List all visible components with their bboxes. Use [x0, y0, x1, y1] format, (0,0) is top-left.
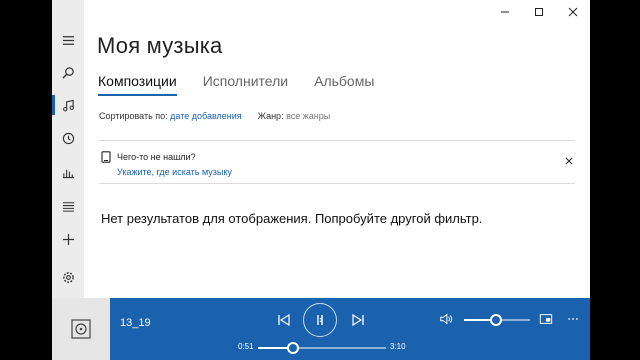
playlists-button[interactable] — [52, 191, 84, 221]
tab-songs[interactable]: Композиции — [98, 73, 177, 96]
hamburger-icon — [62, 35, 74, 45]
equalizer-icon — [62, 169, 74, 178]
sort-dropdown[interactable]: дате добавления — [170, 111, 242, 121]
settings-button[interactable] — [52, 262, 84, 292]
sort-filter: Сортировать по: дате добавления — [99, 111, 242, 121]
main-content: Моя музыка Композиции Исполнители Альбом… — [84, 0, 590, 298]
sort-label: Сортировать по: — [99, 111, 168, 121]
skip-next-icon — [352, 313, 364, 327]
seek-bar[interactable] — [258, 342, 386, 354]
total-time: 3:10 — [390, 342, 406, 351]
tab-albums[interactable]: Альбомы — [314, 73, 374, 96]
device-icon — [101, 151, 111, 163]
music-app-window: Моя музыка Композиции Исполнители Альбом… — [52, 0, 590, 360]
seek-thumb[interactable] — [286, 342, 299, 354]
player-bar: 13_19 0:51 3:10 — [52, 298, 590, 360]
tab-artists[interactable]: Исполнители — [203, 73, 288, 96]
mini-view-icon — [539, 314, 553, 324]
gear-icon — [62, 271, 74, 283]
recent-plays-button[interactable] — [52, 123, 84, 153]
now-playing-button[interactable] — [52, 157, 84, 187]
plus-icon — [62, 233, 74, 245]
play-pause-icon — [317, 315, 323, 325]
clock-icon — [62, 132, 74, 144]
new-playlist-button[interactable] — [52, 224, 84, 254]
playlist-icon — [62, 201, 74, 212]
previous-button[interactable] — [274, 310, 294, 330]
pivot-tabs: Композиции Исполнители Альбомы — [98, 73, 374, 96]
volume-button[interactable] — [438, 311, 454, 327]
music-note-icon — [62, 99, 74, 111]
album-placeholder-icon — [71, 319, 91, 339]
volume-thumb[interactable] — [489, 314, 502, 326]
elapsed-time: 0:51 — [238, 342, 254, 351]
nav-rail — [52, 0, 84, 298]
volume-slider[interactable] — [464, 314, 530, 326]
more-options-button[interactable] — [564, 311, 582, 327]
genre-filter: Жанр: все жанры — [258, 111, 331, 121]
genre-label: Жанр: — [257, 111, 284, 121]
empty-state-message: Нет результатов для отображения. Попробу… — [101, 211, 483, 226]
filter-bar: Сортировать по: дате добавления Жанр: вс… — [99, 111, 330, 121]
page-title: Моя музыка — [97, 33, 223, 58]
album-art[interactable] — [52, 298, 110, 360]
infobar-title: Чего-то не нашли? — [117, 152, 196, 162]
speaker-icon — [440, 313, 453, 325]
search-icon — [61, 66, 74, 79]
skip-previous-icon — [278, 313, 290, 327]
choose-folders-link[interactable]: Укажите, где искать музыку — [117, 167, 232, 177]
search-button[interactable] — [52, 57, 84, 87]
more-icon — [568, 318, 578, 320]
mini-view-button[interactable] — [538, 311, 554, 327]
play-pause-button[interactable] — [303, 303, 337, 337]
genre-dropdown[interactable]: все жанры — [286, 111, 330, 121]
track-title[interactable]: 13_19 — [120, 317, 151, 329]
next-button[interactable] — [348, 310, 368, 330]
hamburger-menu-button[interactable] — [52, 25, 84, 55]
missing-music-infobar: Чего-то не нашли? Укажите, где искать му… — [99, 140, 575, 184]
my-music-button[interactable] — [52, 90, 84, 120]
close-icon[interactable] — [563, 155, 575, 167]
